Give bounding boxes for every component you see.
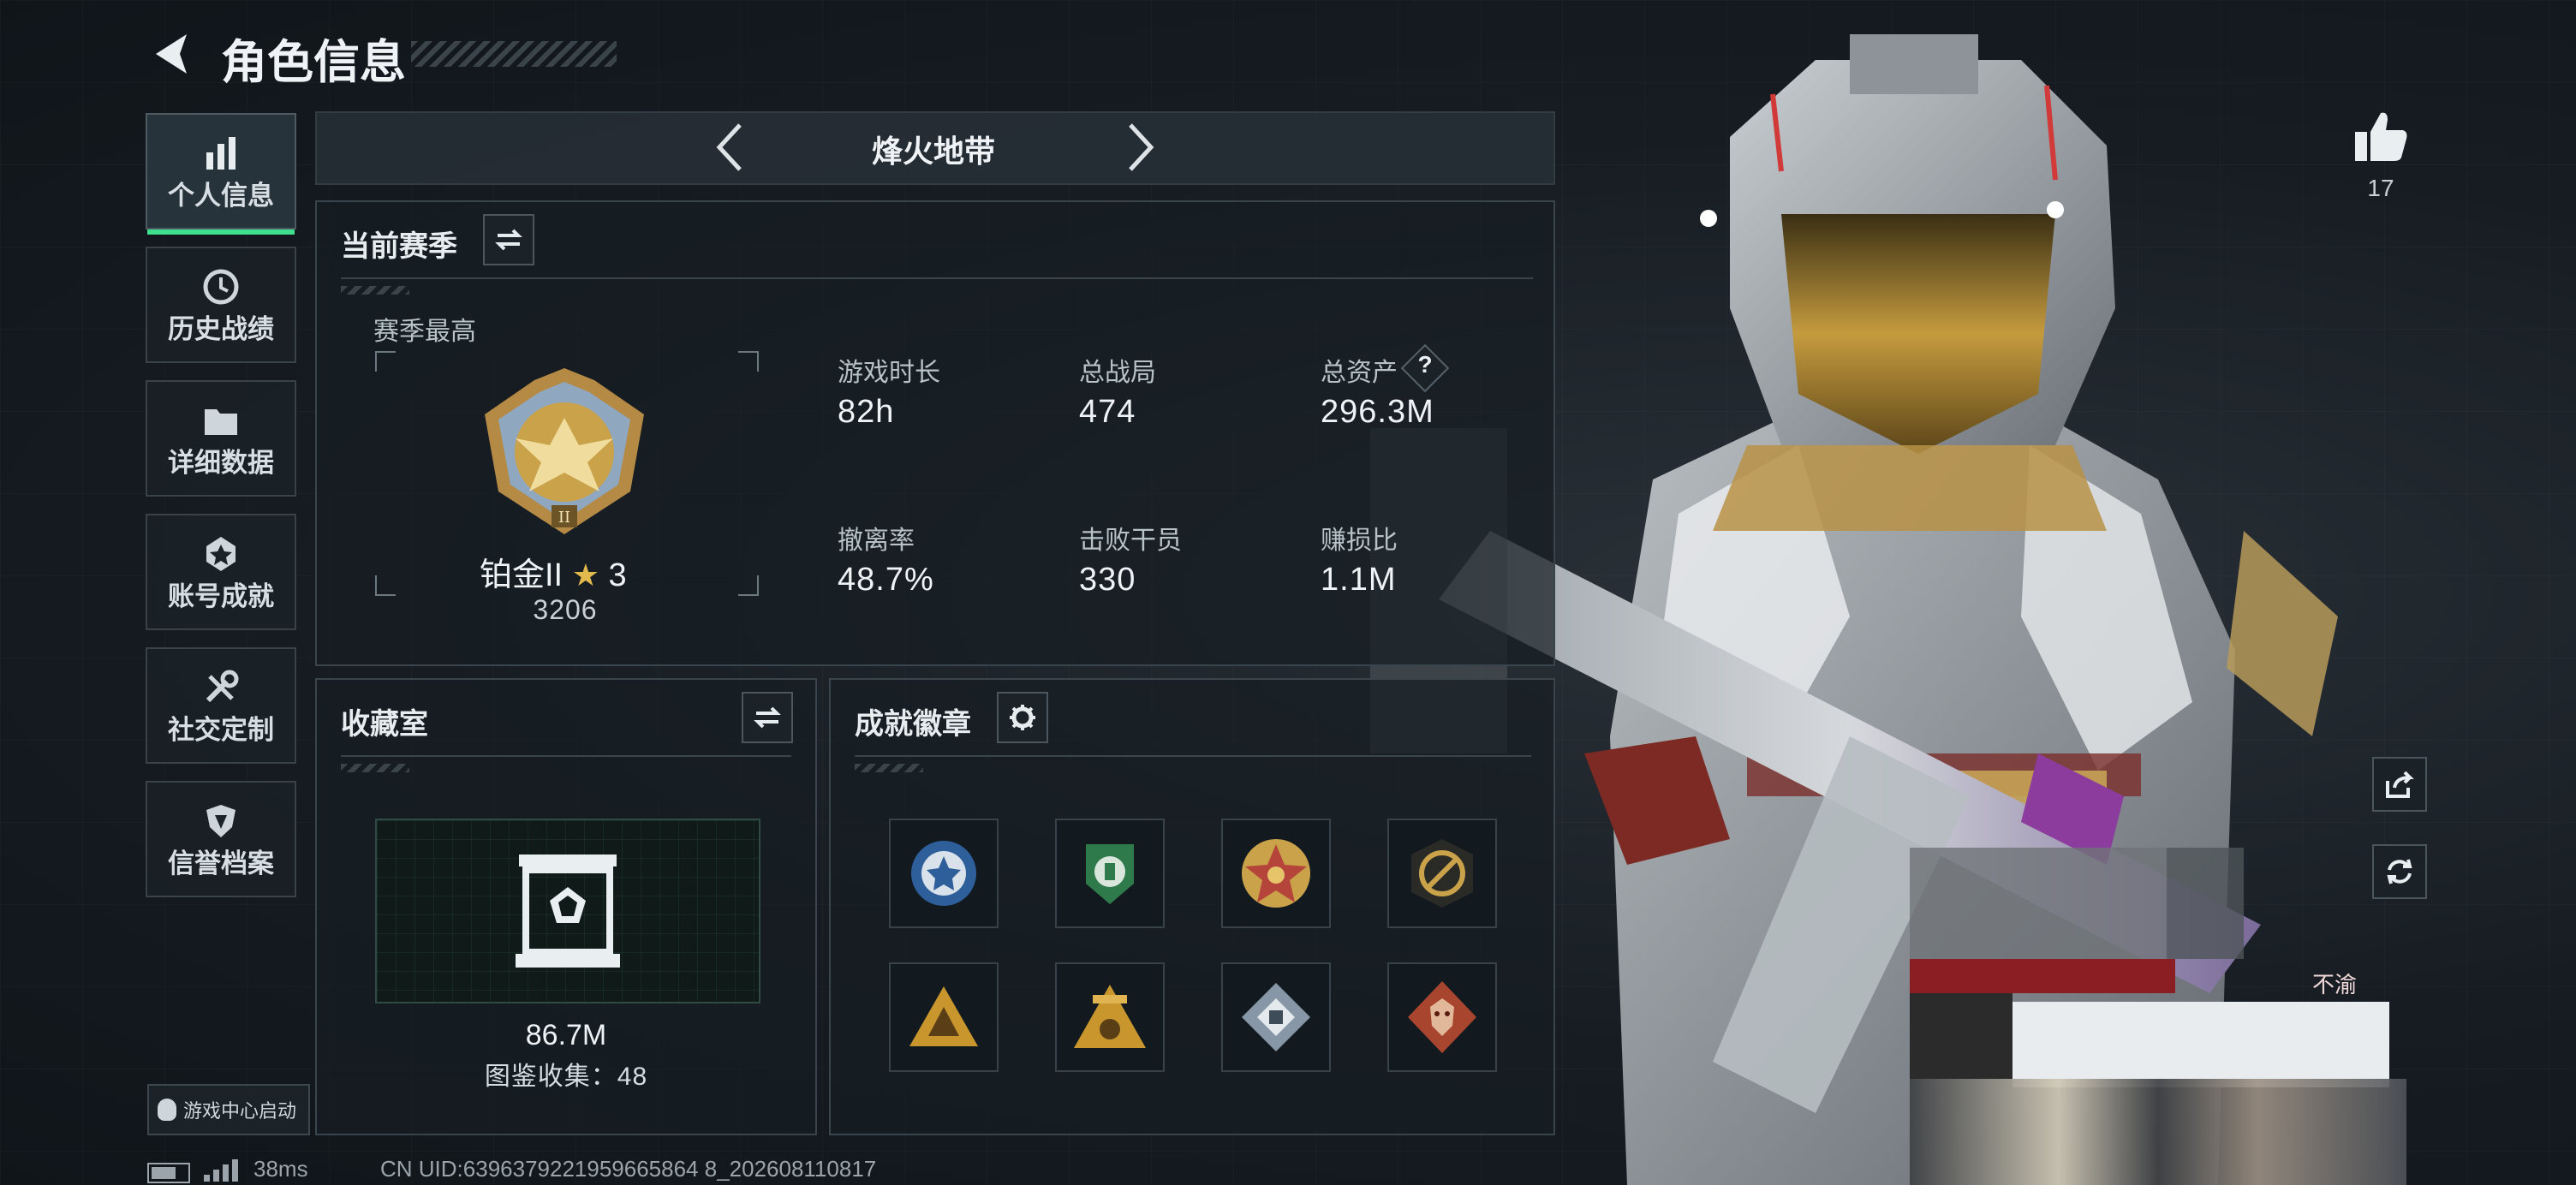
gold-triangle-crest-badge-icon xyxy=(1074,985,1146,1048)
back-arrow-icon xyxy=(156,34,187,74)
sidebar-item-label: 详细数据 xyxy=(168,448,274,478)
stat-value: 82h xyxy=(838,394,895,430)
help-mark: ? xyxy=(1417,351,1433,378)
back-button[interactable] xyxy=(146,26,197,82)
stat-value: 1.1M xyxy=(1321,562,1397,598)
chevron-left-icon xyxy=(716,123,742,171)
achievements-divider-deco xyxy=(855,764,923,772)
collection-divider-deco xyxy=(341,764,409,772)
chevron-right-icon xyxy=(1129,123,1154,171)
sidebar-item-label: 账号成就 xyxy=(168,581,274,611)
share-icon xyxy=(2386,771,2414,798)
sidebar-item-achievements[interactable]: 账号成就 xyxy=(146,514,296,630)
refresh-button[interactable] xyxy=(2372,844,2427,899)
dark-gold-circle-badge-icon xyxy=(1411,839,1473,908)
rank-emblem-icon: II xyxy=(485,368,644,534)
achievement-badge[interactable] xyxy=(1221,819,1331,928)
stat-label: 赚损比 xyxy=(1321,527,1398,555)
swap-icon xyxy=(754,706,781,729)
achievements-divider xyxy=(855,755,1531,757)
collection-count: 图鉴收集：48 xyxy=(484,1063,648,1091)
sidebar-item-social[interactable]: 社交定制 xyxy=(146,647,296,764)
sidebar-item-label: 社交定制 xyxy=(168,715,274,745)
sidebar-item-label: 个人信息 xyxy=(168,181,274,211)
stat-label: 撤离率 xyxy=(838,527,915,555)
sidebar-item-history[interactable]: 历史战绩 xyxy=(146,247,296,363)
collection-switch-button[interactable] xyxy=(742,692,793,743)
gold-triangle-badge-icon xyxy=(909,986,978,1046)
overlay-name: 不渝 xyxy=(2312,972,2358,997)
title-decoration xyxy=(411,41,617,67)
season-switch-button[interactable] xyxy=(483,214,534,265)
rank-score: 3206 xyxy=(533,594,598,625)
rank-line: 铂金II ★ 3 xyxy=(480,548,651,593)
display-case-icon xyxy=(516,855,620,968)
stat-value: 48.7% xyxy=(838,562,934,598)
stat-label: 总资产 xyxy=(1321,359,1398,387)
collection-divider xyxy=(341,755,791,757)
stat-label: 游戏时长 xyxy=(838,359,940,387)
achievement-badge[interactable] xyxy=(1387,962,1497,1072)
page-title: 角色信息 xyxy=(221,37,406,88)
frame-corner xyxy=(375,575,396,596)
season-divider-deco xyxy=(341,286,409,295)
stat-label: 总战局 xyxy=(1079,359,1156,387)
achievement-badge[interactable] xyxy=(889,819,999,928)
collection-preview[interactable] xyxy=(375,819,760,1003)
qq-icon xyxy=(158,1099,176,1121)
refresh-icon xyxy=(2387,859,2412,884)
season-divider xyxy=(341,277,1533,279)
achievement-badge[interactable] xyxy=(1387,819,1497,928)
gear-icon xyxy=(1010,705,1035,730)
season-best-label: 赛季最高 xyxy=(373,318,476,346)
rank-stars: 3 xyxy=(608,557,627,593)
achievement-badge[interactable] xyxy=(889,962,999,1072)
game-center-launch-label: 游戏中心启动 xyxy=(183,1100,297,1122)
sidebar-item-reputation[interactable]: 信誉档案 xyxy=(146,781,296,897)
mode-next-button[interactable] xyxy=(1122,118,1160,176)
mode-prev-button[interactable] xyxy=(711,118,748,176)
achievement-badge[interactable] xyxy=(1055,819,1165,928)
stat-value: 296.3M xyxy=(1321,394,1434,430)
green-shield-badge-icon xyxy=(1086,844,1134,904)
sidebar-item-label: 信誉档案 xyxy=(168,849,274,878)
mode-label: 烽火地带 xyxy=(871,134,995,169)
thumbs-up-icon xyxy=(2355,112,2407,161)
achievements-settings-button[interactable] xyxy=(997,692,1048,743)
game-center-launch-button[interactable]: 游戏中心启动 xyxy=(147,1084,310,1135)
collection-value: 86.7M xyxy=(525,1019,607,1051)
star-icon: ★ xyxy=(571,557,599,592)
frame-corner xyxy=(375,351,396,372)
stat-value: 330 xyxy=(1079,562,1136,598)
red-dragon-badge-icon xyxy=(1408,981,1476,1053)
frame-corner xyxy=(738,351,759,372)
red-gold-star-badge-icon xyxy=(1242,839,1310,908)
svg-text:II: II xyxy=(558,509,570,527)
rank-name: 铂金II xyxy=(480,557,564,593)
like-button[interactable] xyxy=(2350,106,2412,168)
season-title: 当前赛季 xyxy=(341,230,457,263)
signal-icon xyxy=(204,1158,240,1182)
mosaic-overlay: 不渝 xyxy=(1910,848,2406,1185)
active-indicator xyxy=(147,229,295,235)
sidebar-item-personal-info[interactable]: 个人信息 xyxy=(146,113,296,235)
achievement-badge[interactable] xyxy=(1055,962,1165,1072)
uid-text: CN UID:6396379221959665864 8_20260811081… xyxy=(380,1156,877,1182)
share-button[interactable] xyxy=(2372,757,2427,812)
frame-corner xyxy=(738,575,759,596)
stat-value: 474 xyxy=(1079,394,1136,430)
like-count: 17 xyxy=(2367,175,2394,201)
silver-diamond-badge-icon xyxy=(1242,983,1310,1051)
blue-star-badge-icon xyxy=(911,841,976,906)
stat-label: 击败干员 xyxy=(1079,527,1182,555)
achievements-title: 成就徽章 xyxy=(855,708,971,741)
swap-icon xyxy=(495,229,522,251)
collection-title: 收藏室 xyxy=(341,708,428,741)
sidebar-item-details[interactable]: 详细数据 xyxy=(146,380,296,497)
achievement-badge[interactable] xyxy=(1221,962,1331,1072)
battery-icon xyxy=(147,1163,190,1183)
sidebar-item-label: 历史战绩 xyxy=(168,314,274,344)
ping-value: 38ms xyxy=(253,1156,308,1182)
